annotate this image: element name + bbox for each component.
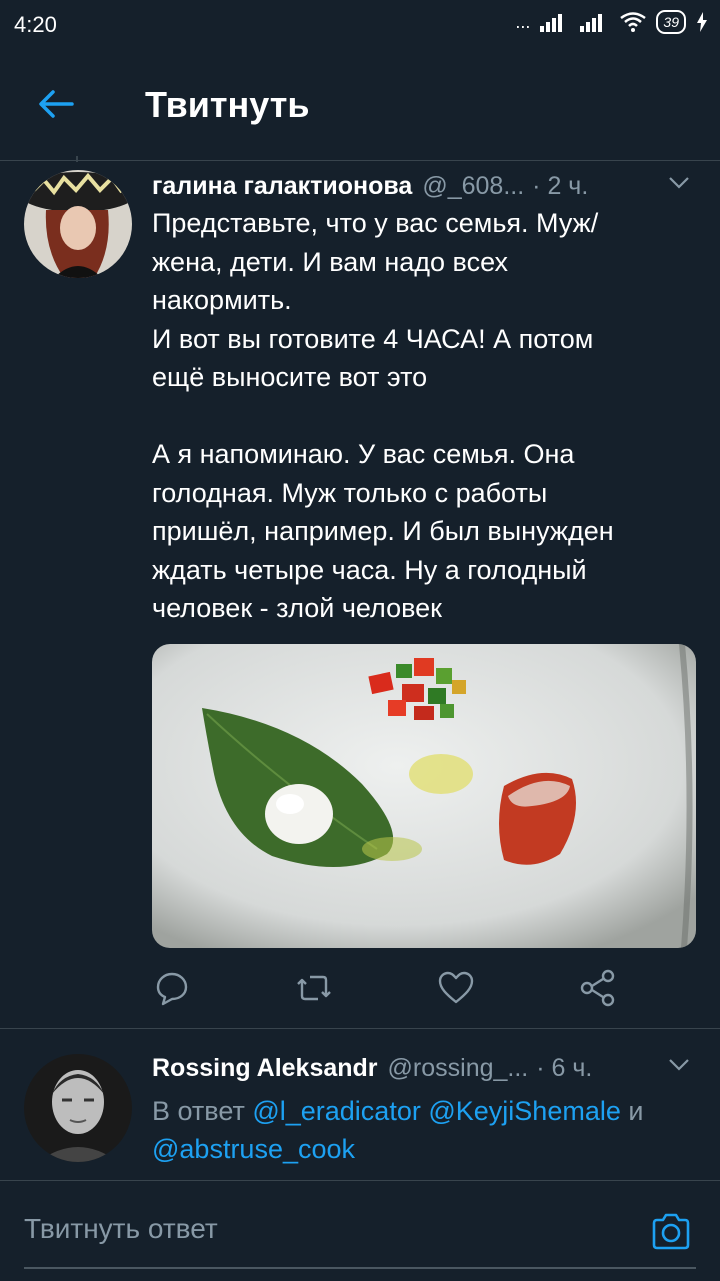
replying-to: В ответ @l_eradicator @KeyjiShemale и @a… bbox=[152, 1092, 702, 1168]
user-name[interactable]: Rossing Aleksandr bbox=[152, 1054, 378, 1083]
charging-icon bbox=[697, 12, 707, 32]
status-icons: ... 39 bbox=[515, 10, 708, 34]
arrow-left-icon[interactable] bbox=[36, 84, 76, 124]
reply-prefix: В ответ bbox=[152, 1096, 245, 1126]
status-time: 4:20 bbox=[14, 12, 57, 37]
battery-icon: 39 bbox=[656, 10, 686, 34]
tweet-text: Представьте, что у вас семья. Муж/ жена,… bbox=[152, 208, 614, 623]
signal-icon-2 bbox=[580, 14, 603, 32]
retweet-icon[interactable] bbox=[294, 968, 334, 1008]
avatar-reply[interactable] bbox=[24, 1054, 132, 1162]
reply-input[interactable]: Твитнуть ответ bbox=[24, 1213, 218, 1245]
tweet-time: · 2 ч. bbox=[532, 172, 589, 200]
mention-link[interactable]: @KeyjiShemale bbox=[428, 1096, 621, 1126]
user-name[interactable]: галина галактионова bbox=[152, 172, 412, 201]
wifi-icon bbox=[620, 12, 647, 32]
page-title: Твитнуть bbox=[145, 84, 310, 125]
app-header: Твитнуть bbox=[0, 50, 720, 161]
tweet: галина галактионова @_608... · 2 ч. Пред… bbox=[0, 156, 720, 1029]
user-handle[interactable]: @_608... bbox=[422, 172, 524, 201]
tweet-header: галина галактионова @_608... · 2 ч. bbox=[152, 172, 698, 201]
status-bar: 4:20 ... 39 bbox=[0, 0, 720, 50]
input-underline bbox=[24, 1267, 696, 1269]
signal-icon bbox=[540, 14, 563, 32]
chevron-down-icon[interactable] bbox=[668, 1058, 690, 1072]
reply-icon[interactable] bbox=[152, 968, 192, 1008]
like-icon[interactable] bbox=[436, 968, 476, 1008]
thread-line bbox=[76, 156, 78, 162]
user-handle[interactable]: @rossing_... bbox=[388, 1054, 529, 1083]
mention-link[interactable]: @abstruse_cook bbox=[152, 1134, 355, 1164]
tweet-actions bbox=[152, 968, 632, 1008]
camera-icon[interactable] bbox=[650, 1211, 692, 1253]
tweet-image[interactable] bbox=[152, 644, 696, 948]
avatar[interactable] bbox=[24, 170, 132, 278]
chevron-down-icon[interactable] bbox=[668, 176, 690, 190]
reply-header: Rossing Aleksandr @rossing_... · 6 ч. bbox=[152, 1054, 698, 1083]
reply-conjunction: и bbox=[628, 1096, 644, 1126]
tweet-time: · 6 ч. bbox=[536, 1054, 593, 1082]
compose-bar: Твитнуть ответ bbox=[0, 1180, 720, 1281]
dots-icon: ... bbox=[515, 11, 531, 32]
mention-link[interactable]: @l_eradicator bbox=[252, 1096, 421, 1126]
share-icon[interactable] bbox=[578, 968, 618, 1008]
reply-tweet: Rossing Aleksandr @rossing_... · 6 ч. В … bbox=[0, 1030, 720, 1180]
